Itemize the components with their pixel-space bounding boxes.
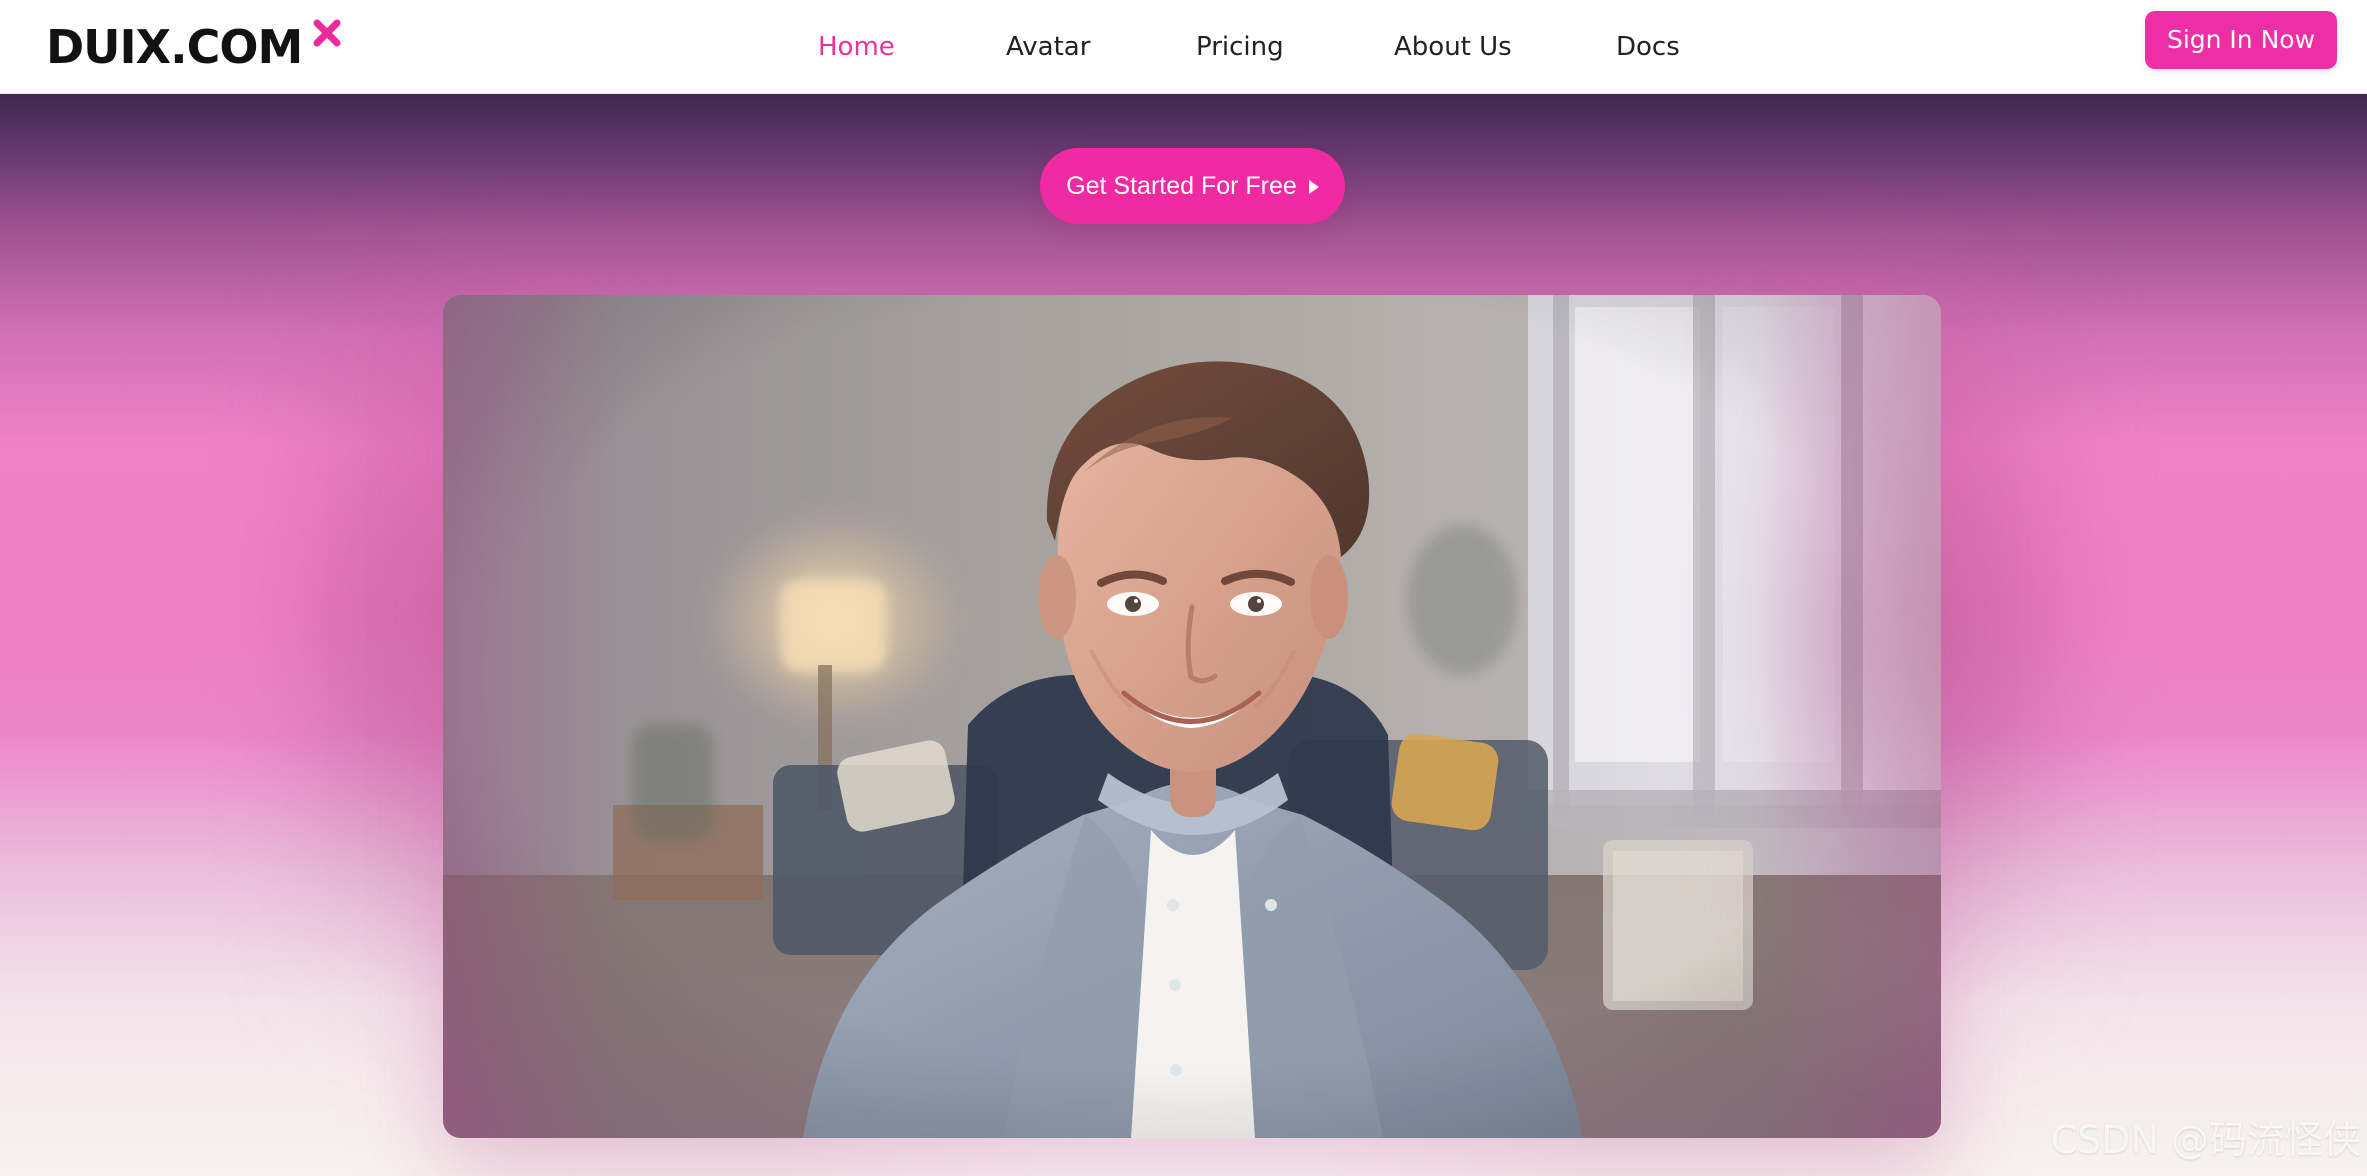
brand-logo-link[interactable]: DUIX.COM xyxy=(46,18,344,78)
sign-in-button[interactable]: Sign In Now xyxy=(2145,11,2337,69)
top-navigation: DUIX.COM Home Avatar Pricing About Us Do… xyxy=(0,0,2367,94)
nav-avatar-link[interactable]: Avatar xyxy=(1006,24,1090,70)
get-started-button[interactable]: Get Started For Free xyxy=(1040,148,1345,224)
main-nav: Home Avatar Pricing About Us Docs xyxy=(0,24,2367,70)
hero-section: Get Started For Free xyxy=(0,94,2367,1176)
get-started-label: Get Started For Free xyxy=(1066,172,1297,200)
x-mark-icon xyxy=(313,19,341,47)
nav-home-link[interactable]: Home xyxy=(818,24,895,70)
avatar-preview-image xyxy=(443,295,1941,1138)
nav-pricing-link[interactable]: Pricing xyxy=(1196,24,1284,70)
nav-about-us-link[interactable]: About Us xyxy=(1394,24,1512,70)
landing-page: DUIX.COM Home Avatar Pricing About Us Do… xyxy=(0,0,2367,1176)
brand-logo-text: DUIX.COM xyxy=(46,20,303,74)
nav-docs-link[interactable]: Docs xyxy=(1616,24,1680,70)
play-triangle-icon xyxy=(1308,179,1319,194)
avatar-preview-card xyxy=(443,295,1941,1138)
